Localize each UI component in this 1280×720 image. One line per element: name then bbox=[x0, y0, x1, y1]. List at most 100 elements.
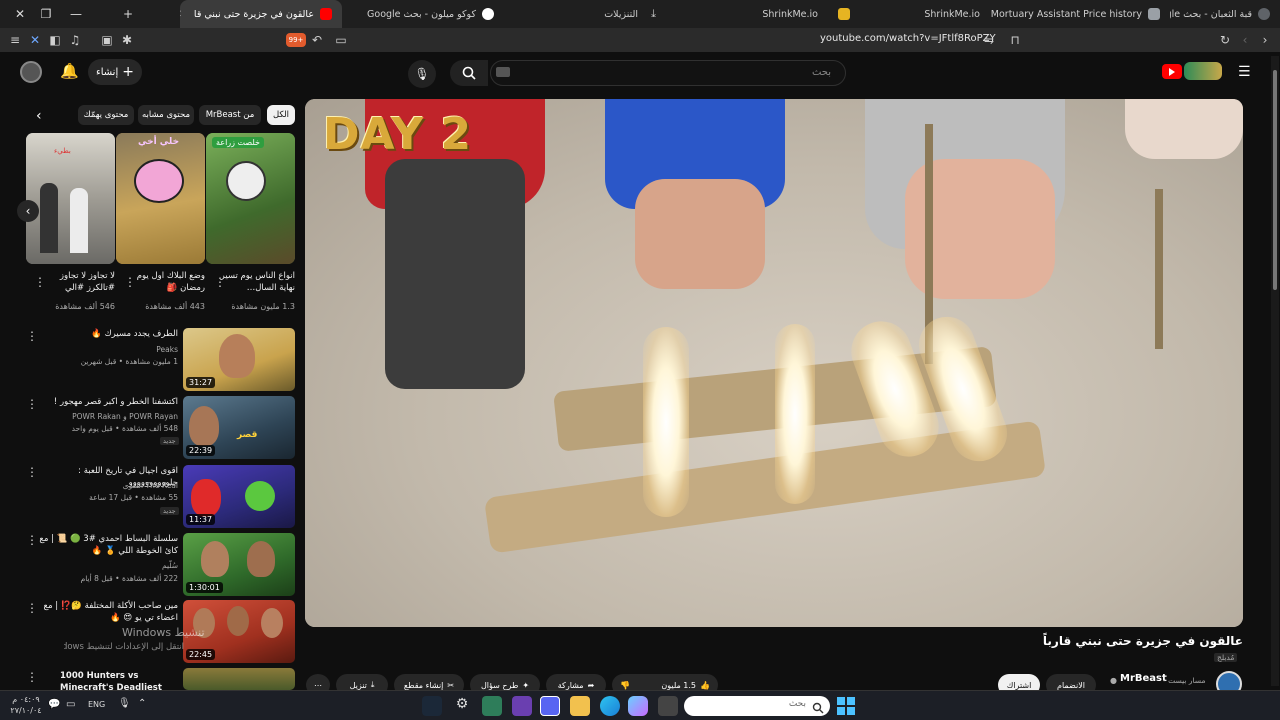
more-options-icon[interactable]: ⋮ bbox=[26, 466, 38, 478]
chips-next-chevron-icon[interactable]: ‹ bbox=[36, 108, 42, 124]
short-thumbnail[interactable]: خلصت زراعة bbox=[206, 133, 295, 264]
recommendation-channel[interactable]: The Real اللقوى bbox=[38, 480, 178, 491]
taskbar-search-input[interactable]: بحث bbox=[684, 696, 830, 716]
extension-x-icon[interactable]: ✕ bbox=[28, 33, 42, 47]
recommendation-thumbnail[interactable] bbox=[183, 668, 295, 690]
recommendation-title[interactable]: 1000 Hunters vs Minecraft's Deadliest Pl… bbox=[60, 670, 180, 690]
bookmark-icon[interactable]: ⊓ bbox=[1008, 33, 1022, 47]
short-title[interactable]: لا تجاوز لا تجاوز #تالكرز #الي bbox=[37, 270, 115, 294]
shorts-prev-chevron-icon[interactable]: ‹ bbox=[17, 200, 39, 222]
menu-icon[interactable]: ≡ bbox=[8, 33, 22, 47]
avatar[interactable] bbox=[20, 61, 42, 83]
recommendation-thumbnail[interactable]: قصر 22:39 bbox=[183, 396, 295, 459]
notifications-icon[interactable]: 💬 bbox=[48, 699, 60, 710]
recommendation-channel[interactable]: Peaks bbox=[38, 344, 178, 355]
browser-tab-strip: ✕ ❐ — + قبة الثعبان - بحث Google The Mor… bbox=[0, 0, 1280, 28]
tab-google-snake[interactable]: قبة الثعبان - بحث Google bbox=[1170, 0, 1280, 28]
tab-shrinkme-1[interactable]: ShrinkMe.io bbox=[828, 0, 990, 28]
steam-icon[interactable] bbox=[422, 696, 442, 716]
youtube-logo-icon[interactable] bbox=[1162, 64, 1182, 79]
screenshot-icon[interactable]: ▣ bbox=[100, 33, 114, 47]
guide-menu-icon[interactable]: ☰ bbox=[1238, 64, 1251, 80]
recommendation-thumbnail[interactable]: 31:27 bbox=[183, 328, 295, 391]
video-title: عالقون في جزيرة حتى نبني قارباً bbox=[1042, 634, 1243, 648]
more-options-icon[interactable]: ⋮ bbox=[26, 602, 38, 614]
more-options-icon[interactable]: ⋮ bbox=[34, 276, 46, 288]
more-options-icon[interactable]: ⋮ bbox=[26, 398, 38, 410]
close-window-icon[interactable]: ✕ bbox=[6, 0, 34, 28]
new-tab-button[interactable]: + bbox=[114, 0, 142, 28]
music-icon[interactable]: ♫ bbox=[68, 33, 82, 47]
tab-youtube-active[interactable]: عالقون في جزيرة حتى نبني قا ✕ bbox=[180, 0, 342, 28]
tab-google-cocomelon[interactable]: كوكو ميلون - بحث Google bbox=[342, 0, 504, 28]
short-title[interactable]: انواع الناس يوم تسير نهاية السال… bbox=[217, 270, 295, 294]
show-hidden-icons-icon[interactable]: ⌃ bbox=[138, 698, 146, 709]
app-icon[interactable] bbox=[512, 696, 532, 716]
adblock-badge-icon[interactable]: 99+ bbox=[286, 33, 306, 47]
settings-gear-icon[interactable]: ⚙ bbox=[452, 696, 472, 716]
more-options-icon[interactable]: ⋮ bbox=[26, 671, 38, 683]
create-button[interactable]: + إنشاء bbox=[88, 59, 142, 85]
edge-icon[interactable] bbox=[600, 696, 620, 716]
battery-icon[interactable]: ▭ bbox=[66, 699, 75, 710]
channel-name[interactable]: MrBeast bbox=[1120, 673, 1167, 684]
keyboard-icon[interactable] bbox=[496, 67, 510, 77]
chip-all[interactable]: الكل bbox=[267, 105, 295, 125]
windows-start-icon[interactable] bbox=[836, 696, 856, 716]
app-icon[interactable] bbox=[482, 696, 502, 716]
dislike-button[interactable]: 👎 bbox=[620, 681, 630, 690]
refresh-icon[interactable]: ↻ bbox=[1218, 33, 1232, 47]
language-indicator[interactable]: ENG bbox=[88, 700, 105, 709]
voice-search-button[interactable]: 🎙 bbox=[408, 60, 436, 88]
url-field[interactable]: youtube.com/watch?v=JFtlf8RoPZY bbox=[820, 33, 996, 44]
recommendation-title[interactable]: مين صاحب الأكلة المختلفة 🤔⁉️ | مع اعضاء … bbox=[38, 600, 178, 624]
like-button[interactable]: 👍 1.5 مليون bbox=[661, 681, 710, 690]
create-label: إنشاء bbox=[96, 66, 119, 78]
recommendation-title[interactable]: اكتشفنا الخطر و اكبر قصر مهجور ! bbox=[38, 396, 178, 408]
extensions-icon[interactable]: ✱ bbox=[120, 33, 134, 47]
recommendation-meta: 548 ألف مشاهدة • قبل يوم واحد bbox=[71, 424, 178, 433]
recommendation-title[interactable]: الطرف يجدد مسيرك 🔥 bbox=[38, 328, 178, 340]
task-view-icon[interactable] bbox=[658, 696, 678, 716]
scrollbar-thumb[interactable] bbox=[1273, 70, 1277, 290]
more-options-icon[interactable]: ⋮ bbox=[26, 534, 38, 546]
short-views: 546 ألف مشاهدة bbox=[55, 302, 115, 311]
chip-similar[interactable]: محتوى مشابه bbox=[138, 105, 194, 125]
microphone-icon[interactable]: 🎙 bbox=[118, 698, 131, 709]
more-options-icon[interactable]: ⋮ bbox=[214, 276, 226, 288]
search-input[interactable]: بحث bbox=[490, 60, 846, 86]
recommendation-title[interactable]: سلسلة البساط احمدي #3 🟢 📜 | مع كائ الخوط… bbox=[38, 533, 178, 557]
chip-from-mrbeast[interactable]: من MrBeast bbox=[199, 105, 261, 125]
thumbnail-text: قصر bbox=[237, 430, 258, 440]
chip-for-you[interactable]: محتوى يهمّك bbox=[78, 105, 134, 125]
duration-badge: 22:45 bbox=[186, 649, 216, 660]
forward-icon[interactable]: ‹ bbox=[1238, 33, 1252, 47]
more-options-icon[interactable]: ⋮ bbox=[26, 330, 38, 342]
tab-mortuary[interactable]: The Mortuary Assistant Price history bbox=[990, 0, 1170, 28]
recommendation-thumbnail[interactable]: 11:37 bbox=[183, 465, 295, 528]
tab-downloads[interactable]: ⤓ التنزيلات bbox=[504, 0, 666, 28]
notifications-bell-icon[interactable]: 🔔 bbox=[60, 62, 79, 82]
site-settings-icon[interactable]: ⇋ bbox=[982, 33, 996, 47]
minimize-window-icon[interactable]: — bbox=[62, 0, 90, 28]
copilot-icon[interactable] bbox=[628, 696, 648, 716]
recommendation-thumbnail[interactable]: 1:30:01 bbox=[183, 533, 295, 596]
reload-page-icon[interactable]: ↶ bbox=[310, 33, 324, 47]
discord-icon[interactable] bbox=[540, 696, 560, 716]
system-clock[interactable]: ٠٤:٠٩ م ٢٧/١٠/٠٤ bbox=[10, 694, 42, 716]
short-thumbnail[interactable]: خلي أخي bbox=[116, 133, 205, 264]
file-explorer-icon[interactable] bbox=[570, 696, 590, 716]
close-tab-icon[interactable]: ✕ bbox=[180, 9, 182, 20]
reader-mode-icon[interactable]: ▭ bbox=[334, 33, 348, 47]
back-icon[interactable]: › bbox=[1258, 33, 1272, 47]
sidebar-icon[interactable]: ◧ bbox=[48, 33, 62, 47]
tab-shrinkme-2[interactable]: ShrinkMe.io bbox=[666, 0, 828, 28]
short-thumbnail[interactable]: بطيء bbox=[26, 133, 115, 264]
recommendation-channel[interactable]: POWR Rayan و POWR Rakan bbox=[38, 411, 178, 422]
video-player[interactable]: DAY 2 bbox=[305, 99, 1243, 627]
more-options-icon[interactable]: ⋮ bbox=[124, 276, 136, 288]
restore-window-icon[interactable]: ❐ bbox=[32, 0, 60, 28]
recommendation-channel[interactable]: سُلّيم bbox=[38, 560, 178, 571]
search-button[interactable] bbox=[450, 60, 488, 86]
short-title[interactable]: وضع البلاك اول يوم رمضان 🎒 bbox=[127, 270, 205, 294]
